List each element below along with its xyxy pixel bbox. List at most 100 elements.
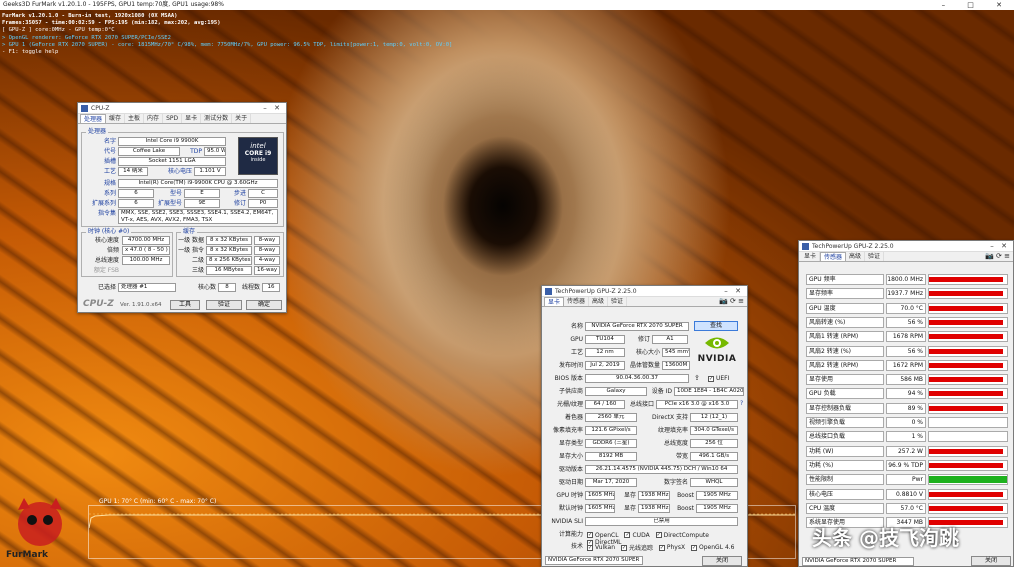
opencl-checkbox: ✓ OpenCL <box>587 531 619 539</box>
osd-line: - F1: toggle help <box>2 49 59 56</box>
sensor-name[interactable]: 风扇2 转速 (%) <box>806 345 884 357</box>
sensor-row: 显存使用 586 MB <box>806 373 1008 386</box>
label-buswidth: 总线宽度 <box>663 440 688 447</box>
gpu-select[interactable]: NVIDIA GeForce RTX 2070 SUPER <box>545 556 643 565</box>
validate-button[interactable]: 验证 <box>206 300 242 310</box>
gpu-select[interactable]: NVIDIA GeForce RTX 2070 SUPER <box>802 557 914 566</box>
sensor-name[interactable]: 性能限制 <box>806 474 884 486</box>
sensor-name[interactable]: 功耗 (W) <box>806 445 884 457</box>
watermark: 头条 @技飞洵跳 <box>812 526 959 550</box>
label-shaders: 着色器 <box>564 414 583 421</box>
ok-button[interactable]: 确定 <box>246 300 282 310</box>
gpu-mem-clock-field: 1938 MHz <box>638 491 670 500</box>
tab-graphics-card[interactable]: 显卡 <box>544 297 565 306</box>
sensor-name[interactable]: 视频引擎负载 <box>806 417 884 428</box>
gpu-texture-field: 304.0 GTexel/s <box>690 426 738 435</box>
sensor-name[interactable]: GPU 频率 <box>806 274 884 285</box>
close-icon[interactable]: ✕ <box>732 287 744 295</box>
help-icon[interactable]: ? <box>740 400 743 407</box>
sensor-name[interactable]: 总线接口负载 <box>806 431 884 443</box>
tools-button[interactable]: 工具 <box>170 300 200 310</box>
tab-sensors[interactable]: 传感器 <box>564 297 590 306</box>
label-tdp: TDP <box>190 148 202 155</box>
tab-cache[interactable]: 缓存 <box>106 114 126 123</box>
gpu-shaders-field: 2560 单元 <box>585 413 637 422</box>
close-icon[interactable]: ✕ <box>998 242 1010 250</box>
cuda-checkbox: ✓ CUDA <box>624 531 650 539</box>
tab-mainboard[interactable]: 主板 <box>125 114 145 123</box>
sensor-bar <box>929 377 1004 383</box>
close-icon[interactable]: ✕ <box>271 104 283 112</box>
minimize-icon[interactable]: – <box>720 287 732 295</box>
tab-sensors[interactable]: 传感器 <box>820 252 847 261</box>
sensor-bar <box>929 491 1004 497</box>
gpuz2-tabs: 显卡 传感器 高级 验证 📷 ⟳ ≡ <box>799 252 1013 262</box>
tab-validation[interactable]: 验证 <box>865 252 885 261</box>
sensor-value: 586 MB <box>886 374 926 386</box>
tab-spd[interactable]: SPD <box>163 114 183 123</box>
sensor-row: CPU 温度 57.0 °C <box>806 502 1008 515</box>
gpu-release-field: Jul 2, 2019 <box>585 361 625 370</box>
sensor-name[interactable]: 核心电压 <box>806 488 884 500</box>
graph-label: GPU 1: 70° C (min: 60° C - max: 70° C) <box>99 498 217 505</box>
sensor-value: 1 % <box>886 431 926 443</box>
osd-line: > GPU 1 (GeForce RTX 2070 SUPER) - core:… <box>2 41 453 48</box>
sensor-name[interactable]: GPU 负载 <box>806 388 884 400</box>
label-revision: 修订 <box>637 336 650 343</box>
gpu-signature-field: WHQL <box>690 478 738 487</box>
cpu-stepping-field: C <box>248 189 278 198</box>
minimize-icon[interactable]: – <box>259 104 271 112</box>
gpu-tech-field: 12 nm <box>585 348 625 357</box>
tab-bench[interactable]: 测试分数 <box>201 114 233 123</box>
cpuz-window: CPU-Z – ✕ 处理器 缓存 主板 内存 SPD 显卡 测试分数 关于 处理… <box>77 102 287 313</box>
close-button[interactable]: 关闭 <box>702 556 742 566</box>
gpu-chip-field: TU104 <box>585 335 625 344</box>
share-icon[interactable]: ⇪ <box>694 374 700 382</box>
sensor-value: 96.9 % TDP <box>886 459 926 471</box>
sensor-name[interactable]: GPU 温度 <box>806 302 884 314</box>
tab-advanced[interactable]: 高级 <box>846 252 866 261</box>
sensor-name[interactable]: 显存频率 <box>806 288 884 300</box>
sensor-name[interactable]: CPU 温度 <box>806 502 884 514</box>
tab-graphics-card[interactable]: 显卡 <box>801 252 821 261</box>
cpu-ext-model-field: 9E <box>184 199 220 208</box>
sensor-value: 57.0 °C <box>886 502 926 514</box>
sensor-name[interactable]: 风扇转速 (%) <box>806 316 884 328</box>
sensor-graph <box>928 345 1008 357</box>
sensor-name[interactable]: 功耗 (%) <box>806 459 884 471</box>
sensor-bar <box>929 405 1004 411</box>
tab-advanced[interactable]: 高级 <box>589 297 609 306</box>
sensor-bar <box>929 319 1004 325</box>
sensor-name[interactable]: 显存控制器负载 <box>806 402 884 414</box>
sensor-name[interactable]: 显存使用 <box>806 374 884 386</box>
label-core-speed: 核心速度 <box>94 237 119 244</box>
furmark-logo: FurMark <box>2 492 82 562</box>
gpuz-tabs: 显卡 传感器 高级 验证 📷 ⟳ ≡ <box>542 297 747 307</box>
l1i-ways: 8-way <box>254 246 280 255</box>
window-controls[interactable]: – □ ✕ <box>942 0 1012 10</box>
gpuz-title: TechPowerUp GPU-Z 2.25.0 <box>555 287 637 295</box>
close-button[interactable]: 关闭 <box>971 556 1011 566</box>
directcompute-checkbox: ✓ DirectCompute <box>655 531 709 539</box>
physx-checkbox: ✓ PhysX <box>658 544 686 551</box>
processor-select[interactable]: 处理器 #1 <box>118 283 176 292</box>
tab-processor[interactable]: 处理器 <box>80 114 107 123</box>
osd-line: FurMark v1.20.1.0 - Burn-in test, 1920x1… <box>2 13 178 19</box>
toolbar-icons[interactable]: 📷 ⟳ ≡ <box>985 252 1013 261</box>
intel-brand: intel <box>250 142 266 150</box>
label-vcore: 核心电压 <box>167 168 192 175</box>
sensor-bar <box>929 291 1004 297</box>
osd-line: Frames:35057 - time:00:02:59 - FPS:195 (… <box>2 20 221 27</box>
tab-graphics[interactable]: 显卡 <box>182 114 202 123</box>
sensor-name[interactable]: 风扇1 转速 (RPM) <box>806 331 884 343</box>
sensor-name[interactable]: 风扇2 转速 (RPM) <box>806 359 884 371</box>
tab-validation[interactable]: 验证 <box>608 297 628 306</box>
tab-memory[interactable]: 内存 <box>144 114 164 123</box>
lookup-button[interactable]: 查找 <box>694 321 738 331</box>
gpu-revision-field: A1 <box>652 335 688 344</box>
cpu-ext-family-field: 6 <box>118 199 154 208</box>
gpuz2-app-icon <box>802 242 809 250</box>
toolbar-icons[interactable]: 📷 ⟳ ≡ <box>719 297 747 306</box>
minimize-icon[interactable]: – <box>986 242 998 250</box>
tab-about[interactable]: 关于 <box>232 114 252 123</box>
